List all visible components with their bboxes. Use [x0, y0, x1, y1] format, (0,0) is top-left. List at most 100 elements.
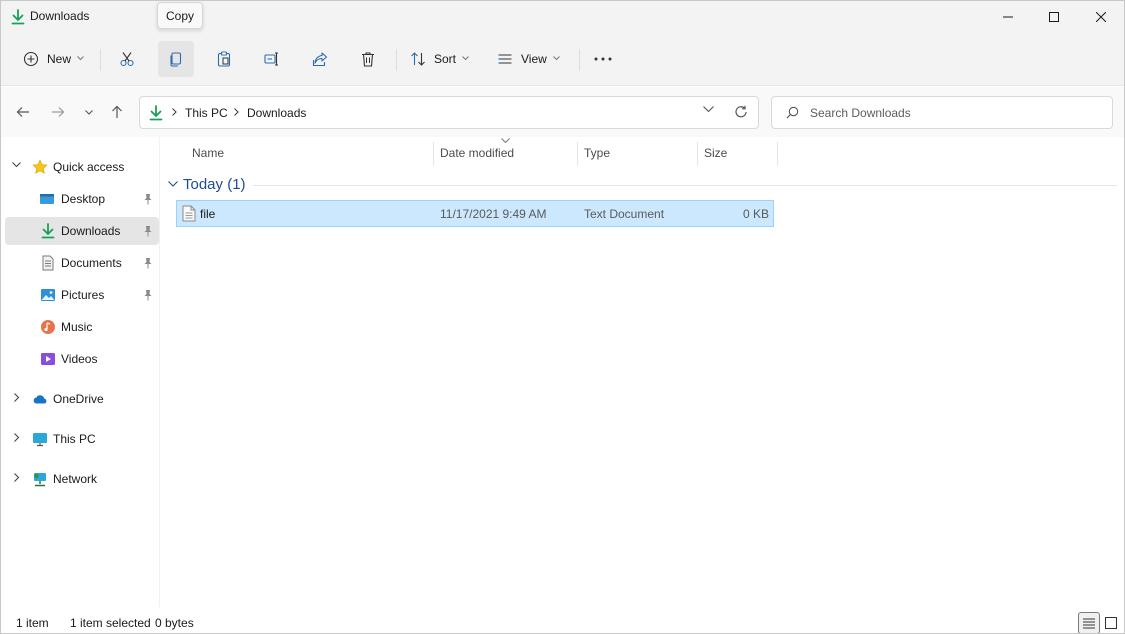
close-icon	[1096, 12, 1106, 22]
breadcrumb-this-pc[interactable]: This PC	[185, 106, 228, 120]
documents-icon	[42, 255, 54, 271]
group-header[interactable]: Today (1)	[183, 176, 246, 193]
paste-button[interactable]	[206, 41, 242, 77]
minimize-icon	[1003, 16, 1013, 18]
copy-icon	[170, 52, 182, 67]
more-icon	[594, 57, 612, 61]
navigation-pane: Quick access Desktop Downloads Documents…	[1, 137, 159, 607]
column-divider[interactable]	[433, 142, 434, 166]
maximize-button[interactable]	[1031, 1, 1077, 33]
search-input[interactable]	[810, 104, 1100, 122]
chevron-down-icon[interactable]	[12, 162, 21, 168]
sidebar-item-label: Music	[61, 320, 93, 334]
sidebar-item-label: OneDrive	[53, 392, 104, 406]
column-header-date-modified[interactable]: Date modified	[440, 146, 514, 160]
text-file-icon	[182, 205, 196, 222]
column-header-type[interactable]: Type	[584, 146, 610, 160]
share-icon	[312, 52, 328, 67]
maximize-icon	[1049, 12, 1059, 22]
star-icon	[32, 159, 48, 174]
sidebar-item-pictures[interactable]: Pictures	[5, 281, 159, 309]
file-size: 0 KB	[742, 207, 769, 221]
chevron-down-icon	[552, 55, 560, 60]
group-divider	[253, 185, 1117, 186]
chevron-right-icon[interactable]	[14, 433, 20, 442]
column-divider[interactable]	[577, 142, 578, 166]
rename-button[interactable]	[254, 41, 290, 77]
sidebar-item-network[interactable]: Network	[5, 465, 159, 493]
address-dropdown-icon[interactable]	[703, 106, 714, 113]
new-label: New	[47, 52, 72, 66]
arrow-left-icon	[16, 107, 29, 117]
chevron-down-icon	[77, 55, 84, 60]
status-bar: 1 item 1 item selected 0 bytes	[1, 607, 1124, 633]
selection-count: 1 item selected	[70, 616, 151, 630]
delete-button[interactable]	[350, 41, 386, 77]
sidebar-item-this-pc[interactable]: This PC	[5, 425, 159, 453]
rename-icon	[264, 52, 278, 66]
sidebar-item-label: Pictures	[61, 288, 105, 302]
new-button[interactable]: New	[15, 41, 91, 77]
sidebar-item-label: Downloads	[61, 224, 121, 238]
sidebar-item-label: Documents	[61, 256, 122, 270]
chevron-right-icon	[234, 108, 239, 116]
details-view-icon	[1083, 618, 1095, 628]
column-divider[interactable]	[697, 142, 698, 166]
cut-button[interactable]	[109, 41, 145, 77]
chevron-right-icon	[172, 108, 177, 116]
sidebar-item-downloads[interactable]: Downloads	[5, 217, 159, 245]
item-count: 1 item	[16, 616, 49, 630]
music-icon	[41, 320, 55, 334]
arrow-right-icon	[52, 107, 65, 117]
details-view-button[interactable]	[1078, 612, 1100, 633]
file-name: file	[200, 207, 216, 221]
toolbar-divider	[396, 49, 397, 71]
search-box[interactable]	[771, 96, 1113, 129]
download-icon	[41, 223, 55, 239]
sidebar-item-desktop[interactable]: Desktop	[5, 185, 159, 213]
see-more-button[interactable]	[585, 41, 621, 77]
sidebar-item-quick-access[interactable]: Quick access	[5, 153, 159, 181]
window-title: Downloads	[30, 9, 90, 23]
sidebar-item-label: Quick access	[53, 160, 125, 174]
toolbar-divider	[100, 49, 101, 71]
sidebar-item-onedrive[interactable]: OneDrive	[5, 385, 159, 413]
breadcrumb-downloads[interactable]: Downloads	[247, 106, 306, 120]
pin-icon	[144, 258, 152, 269]
sidebar-item-documents[interactable]: Documents	[5, 249, 159, 277]
forward-button[interactable]	[46, 100, 70, 124]
refresh-icon[interactable]	[734, 105, 748, 119]
search-icon	[786, 106, 799, 119]
large-icons-view-icon	[1105, 617, 1117, 629]
desktop-icon	[40, 194, 54, 204]
share-button[interactable]	[302, 41, 338, 77]
chevron-right-icon[interactable]	[14, 473, 20, 482]
minimize-button[interactable]	[985, 1, 1031, 33]
sort-button[interactable]: Sort	[404, 41, 478, 77]
sidebar-item-label: This PC	[53, 432, 96, 446]
sidebar-item-videos[interactable]: Videos	[5, 345, 159, 373]
file-list: Name Date modified Type Size Today (1) f…	[161, 137, 1124, 607]
chevron-right-icon[interactable]	[14, 393, 20, 402]
pane-divider[interactable]	[159, 137, 160, 607]
column-header-size[interactable]: Size	[704, 146, 727, 160]
address-bar[interactable]: This PC Downloads	[139, 96, 759, 129]
copy-button[interactable]	[158, 41, 194, 77]
recent-locations-button[interactable]	[77, 100, 101, 124]
download-icon	[11, 9, 25, 25]
view-button[interactable]: View	[491, 41, 567, 77]
sort-icon	[411, 52, 425, 66]
close-button[interactable]	[1078, 1, 1124, 33]
group-collapse-icon[interactable]	[168, 181, 178, 187]
table-row[interactable]: file 11/17/2021 9:49 AM Text Document 0 …	[176, 200, 774, 227]
sidebar-item-music[interactable]: Music	[5, 313, 159, 341]
up-button[interactable]	[105, 100, 129, 124]
arrow-up-icon	[112, 105, 122, 118]
download-icon	[149, 105, 163, 124]
pictures-icon	[41, 289, 55, 301]
column-divider[interactable]	[777, 142, 778, 166]
column-header-name[interactable]: Name	[192, 146, 224, 160]
back-button[interactable]	[11, 100, 35, 124]
chevron-down-icon	[85, 109, 93, 115]
large-icons-view-button[interactable]	[1100, 612, 1122, 633]
